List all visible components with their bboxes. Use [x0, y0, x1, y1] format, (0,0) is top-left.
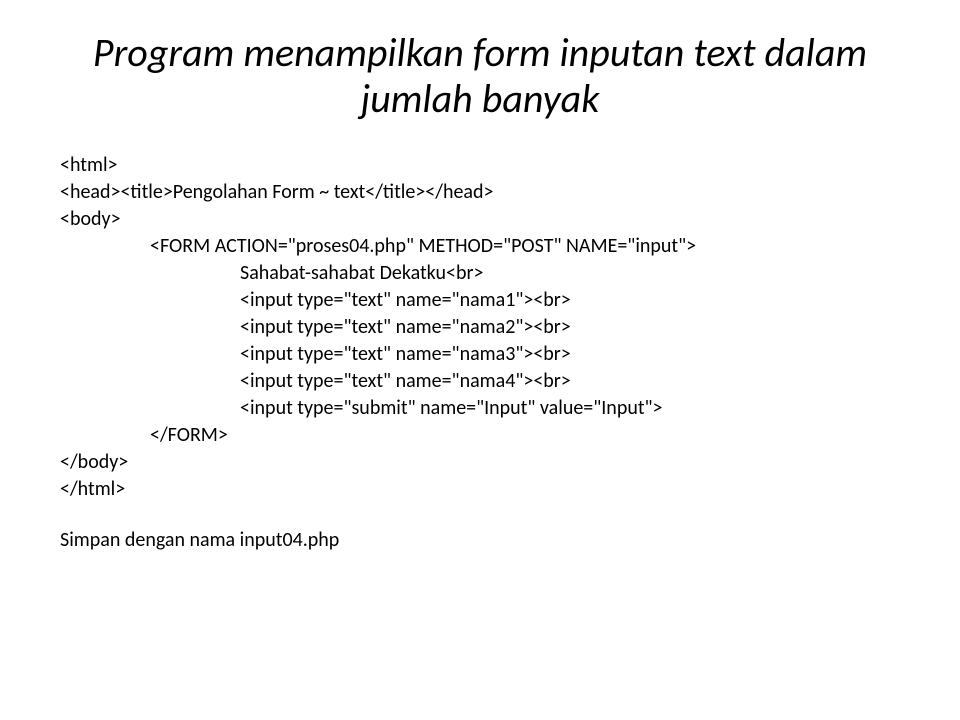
- code-line: </FORM>: [60, 422, 900, 449]
- slide-title: Program menampilkan form inputan text da…: [60, 30, 900, 122]
- footer-note: Simpan dengan nama input04.php: [60, 528, 900, 552]
- code-line: </body>: [60, 449, 900, 476]
- code-line: Sahabat-sahabat Dekatku<br>: [60, 260, 900, 287]
- code-line: <FORM ACTION="proses04.php" METHOD="POST…: [60, 233, 900, 260]
- code-line: <input type="text" name="nama1"><br>: [60, 287, 900, 314]
- slide-content: Program menampilkan form inputan text da…: [0, 0, 960, 572]
- code-line: <input type="submit" name="Input" value=…: [60, 395, 900, 422]
- code-line: <body>: [60, 206, 900, 233]
- code-line: <input type="text" name="nama3"><br>: [60, 341, 900, 368]
- code-line: </html>: [60, 476, 900, 503]
- code-line: <input type="text" name="nama2"><br>: [60, 314, 900, 341]
- code-listing: <html> <head><title>Pengolahan Form ~ te…: [60, 152, 900, 503]
- code-line: <input type="text" name="nama4"><br>: [60, 368, 900, 395]
- code-line: <head><title>Pengolahan Form ~ text</tit…: [60, 179, 900, 206]
- code-line: <html>: [60, 152, 900, 179]
